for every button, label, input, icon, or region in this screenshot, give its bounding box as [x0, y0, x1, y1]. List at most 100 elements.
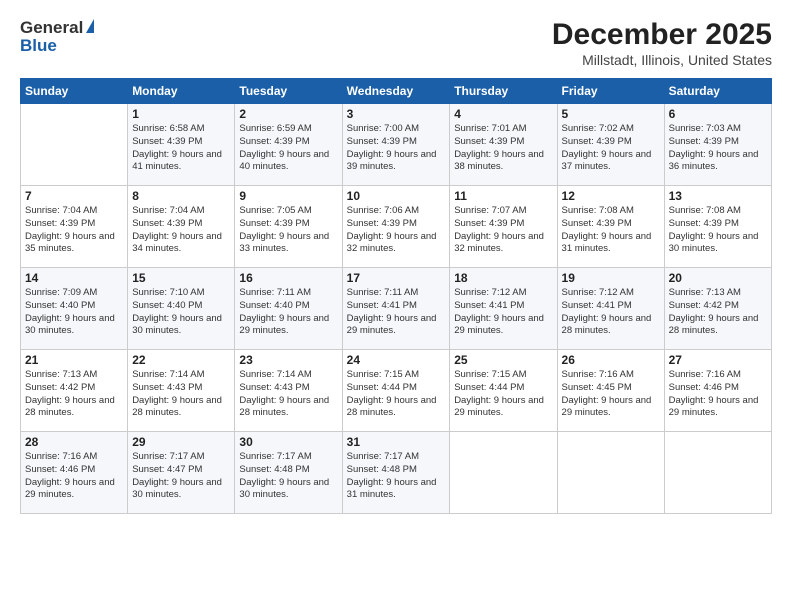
col-saturday: Saturday [664, 79, 771, 104]
day-detail: Sunrise: 7:13 AMSunset: 4:42 PMDaylight:… [669, 287, 767, 338]
title-block: December 2025 Millstadt, Illinois, Unite… [552, 18, 772, 68]
day-detail: Sunrise: 7:06 AMSunset: 4:39 PMDaylight:… [347, 205, 446, 256]
day-number: 4 [454, 107, 552, 121]
logo-triangle-icon [86, 19, 94, 33]
day-detail: Sunrise: 7:16 AMSunset: 4:45 PMDaylight:… [562, 369, 660, 420]
calendar-cell: 26 Sunrise: 7:16 AMSunset: 4:45 PMDaylig… [557, 350, 664, 432]
day-number: 23 [239, 353, 337, 367]
page: General Blue December 2025 Millstadt, Il… [0, 0, 792, 612]
day-detail: Sunrise: 7:16 AMSunset: 4:46 PMDaylight:… [25, 451, 123, 502]
calendar: Sunday Monday Tuesday Wednesday Thursday… [20, 78, 772, 514]
day-detail: Sunrise: 7:04 AMSunset: 4:39 PMDaylight:… [132, 205, 230, 256]
col-monday: Monday [128, 79, 235, 104]
day-number: 22 [132, 353, 230, 367]
calendar-cell: 1 Sunrise: 6:58 AMSunset: 4:39 PMDayligh… [128, 104, 235, 186]
day-number: 1 [132, 107, 230, 121]
day-number: 19 [562, 271, 660, 285]
calendar-cell [664, 432, 771, 514]
day-detail: Sunrise: 7:09 AMSunset: 4:40 PMDaylight:… [25, 287, 123, 338]
main-title: December 2025 [552, 18, 772, 52]
calendar-cell: 21 Sunrise: 7:13 AMSunset: 4:42 PMDaylig… [21, 350, 128, 432]
calendar-cell: 3 Sunrise: 7:00 AMSunset: 4:39 PMDayligh… [342, 104, 450, 186]
day-number: 10 [347, 189, 446, 203]
calendar-cell: 4 Sunrise: 7:01 AMSunset: 4:39 PMDayligh… [450, 104, 557, 186]
day-detail: Sunrise: 7:08 AMSunset: 4:39 PMDaylight:… [669, 205, 767, 256]
day-detail: Sunrise: 7:08 AMSunset: 4:39 PMDaylight:… [562, 205, 660, 256]
day-detail: Sunrise: 7:11 AMSunset: 4:41 PMDaylight:… [347, 287, 446, 338]
day-number: 17 [347, 271, 446, 285]
calendar-cell: 2 Sunrise: 6:59 AMSunset: 4:39 PMDayligh… [235, 104, 342, 186]
day-detail: Sunrise: 7:03 AMSunset: 4:39 PMDaylight:… [669, 123, 767, 174]
calendar-cell: 9 Sunrise: 7:05 AMSunset: 4:39 PMDayligh… [235, 186, 342, 268]
day-number: 30 [239, 435, 337, 449]
day-detail: Sunrise: 7:15 AMSunset: 4:44 PMDaylight:… [454, 369, 552, 420]
day-detail: Sunrise: 7:11 AMSunset: 4:40 PMDaylight:… [239, 287, 337, 338]
calendar-cell: 8 Sunrise: 7:04 AMSunset: 4:39 PMDayligh… [128, 186, 235, 268]
header: General Blue December 2025 Millstadt, Il… [20, 18, 772, 68]
calendar-header-row: Sunday Monday Tuesday Wednesday Thursday… [21, 79, 772, 104]
day-detail: Sunrise: 7:16 AMSunset: 4:46 PMDaylight:… [669, 369, 767, 420]
day-detail: Sunrise: 7:14 AMSunset: 4:43 PMDaylight:… [132, 369, 230, 420]
day-detail: Sunrise: 7:07 AMSunset: 4:39 PMDaylight:… [454, 205, 552, 256]
day-detail: Sunrise: 6:59 AMSunset: 4:39 PMDaylight:… [239, 123, 337, 174]
calendar-cell: 22 Sunrise: 7:14 AMSunset: 4:43 PMDaylig… [128, 350, 235, 432]
day-number: 24 [347, 353, 446, 367]
day-number: 16 [239, 271, 337, 285]
day-number: 13 [669, 189, 767, 203]
day-number: 15 [132, 271, 230, 285]
calendar-cell: 18 Sunrise: 7:12 AMSunset: 4:41 PMDaylig… [450, 268, 557, 350]
logo-general: General [20, 18, 83, 38]
subtitle: Millstadt, Illinois, United States [552, 52, 772, 68]
calendar-cell: 24 Sunrise: 7:15 AMSunset: 4:44 PMDaylig… [342, 350, 450, 432]
day-number: 11 [454, 189, 552, 203]
day-number: 9 [239, 189, 337, 203]
day-number: 12 [562, 189, 660, 203]
day-detail: Sunrise: 7:02 AMSunset: 4:39 PMDaylight:… [562, 123, 660, 174]
calendar-cell: 27 Sunrise: 7:16 AMSunset: 4:46 PMDaylig… [664, 350, 771, 432]
calendar-week-row: 28 Sunrise: 7:16 AMSunset: 4:46 PMDaylig… [21, 432, 772, 514]
calendar-cell: 6 Sunrise: 7:03 AMSunset: 4:39 PMDayligh… [664, 104, 771, 186]
day-detail: Sunrise: 7:14 AMSunset: 4:43 PMDaylight:… [239, 369, 337, 420]
calendar-week-row: 1 Sunrise: 6:58 AMSunset: 4:39 PMDayligh… [21, 104, 772, 186]
day-detail: Sunrise: 7:17 AMSunset: 4:48 PMDaylight:… [347, 451, 446, 502]
col-sunday: Sunday [21, 79, 128, 104]
calendar-cell: 20 Sunrise: 7:13 AMSunset: 4:42 PMDaylig… [664, 268, 771, 350]
col-thursday: Thursday [450, 79, 557, 104]
day-detail: Sunrise: 7:12 AMSunset: 4:41 PMDaylight:… [562, 287, 660, 338]
calendar-cell: 19 Sunrise: 7:12 AMSunset: 4:41 PMDaylig… [557, 268, 664, 350]
calendar-cell: 5 Sunrise: 7:02 AMSunset: 4:39 PMDayligh… [557, 104, 664, 186]
day-number: 2 [239, 107, 337, 121]
calendar-cell: 12 Sunrise: 7:08 AMSunset: 4:39 PMDaylig… [557, 186, 664, 268]
day-detail: Sunrise: 7:17 AMSunset: 4:48 PMDaylight:… [239, 451, 337, 502]
day-detail: Sunrise: 7:13 AMSunset: 4:42 PMDaylight:… [25, 369, 123, 420]
calendar-week-row: 21 Sunrise: 7:13 AMSunset: 4:42 PMDaylig… [21, 350, 772, 432]
calendar-cell [21, 104, 128, 186]
day-detail: Sunrise: 7:01 AMSunset: 4:39 PMDaylight:… [454, 123, 552, 174]
col-wednesday: Wednesday [342, 79, 450, 104]
calendar-cell [557, 432, 664, 514]
day-number: 31 [347, 435, 446, 449]
calendar-cell: 23 Sunrise: 7:14 AMSunset: 4:43 PMDaylig… [235, 350, 342, 432]
calendar-week-row: 14 Sunrise: 7:09 AMSunset: 4:40 PMDaylig… [21, 268, 772, 350]
day-detail: Sunrise: 7:05 AMSunset: 4:39 PMDaylight:… [239, 205, 337, 256]
day-detail: Sunrise: 7:15 AMSunset: 4:44 PMDaylight:… [347, 369, 446, 420]
day-number: 28 [25, 435, 123, 449]
day-detail: Sunrise: 7:04 AMSunset: 4:39 PMDaylight:… [25, 205, 123, 256]
calendar-cell: 31 Sunrise: 7:17 AMSunset: 4:48 PMDaylig… [342, 432, 450, 514]
logo: General Blue [20, 18, 94, 56]
day-number: 6 [669, 107, 767, 121]
logo-blue: Blue [20, 36, 57, 56]
calendar-cell: 16 Sunrise: 7:11 AMSunset: 4:40 PMDaylig… [235, 268, 342, 350]
day-detail: Sunrise: 6:58 AMSunset: 4:39 PMDaylight:… [132, 123, 230, 174]
day-number: 26 [562, 353, 660, 367]
day-number: 25 [454, 353, 552, 367]
day-number: 21 [25, 353, 123, 367]
day-number: 29 [132, 435, 230, 449]
calendar-week-row: 7 Sunrise: 7:04 AMSunset: 4:39 PMDayligh… [21, 186, 772, 268]
calendar-cell: 14 Sunrise: 7:09 AMSunset: 4:40 PMDaylig… [21, 268, 128, 350]
day-number: 27 [669, 353, 767, 367]
calendar-cell: 30 Sunrise: 7:17 AMSunset: 4:48 PMDaylig… [235, 432, 342, 514]
day-number: 20 [669, 271, 767, 285]
day-detail: Sunrise: 7:12 AMSunset: 4:41 PMDaylight:… [454, 287, 552, 338]
day-number: 8 [132, 189, 230, 203]
